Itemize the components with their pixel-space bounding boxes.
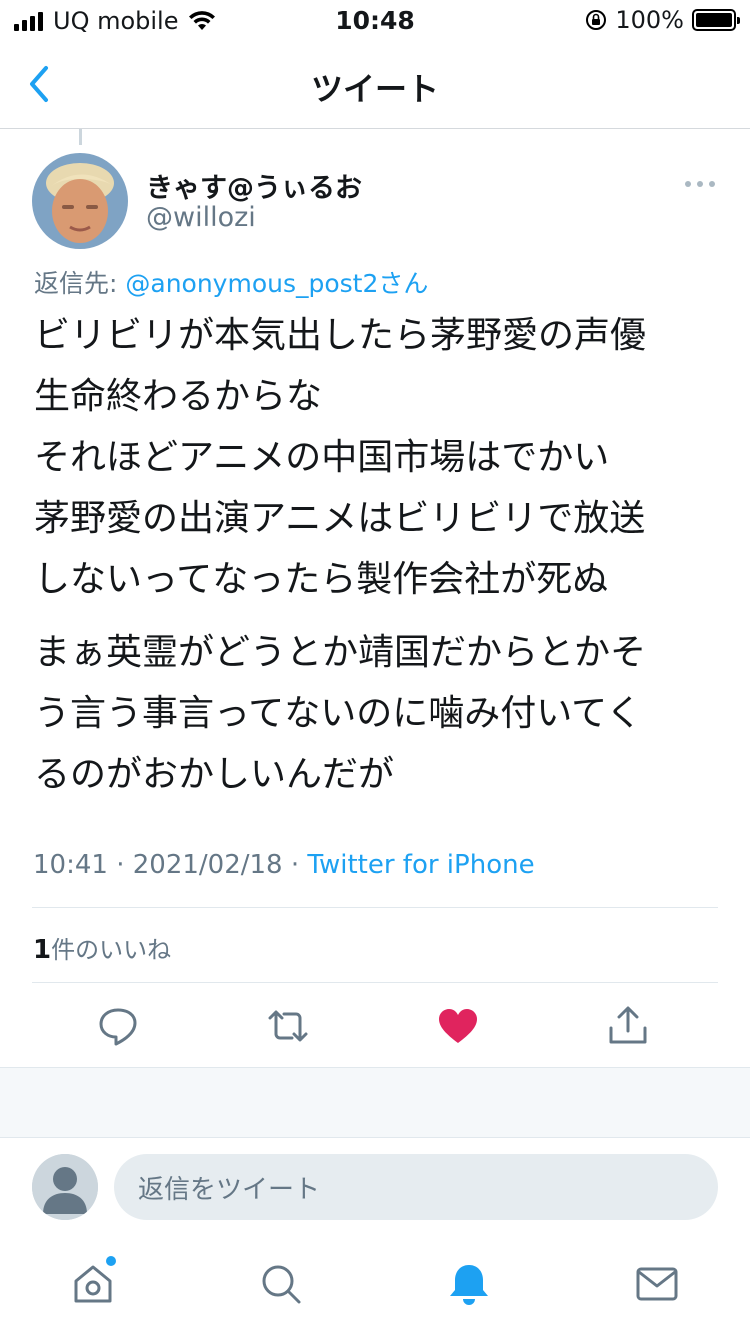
page-title: ツイート [310,70,439,108]
tweet-line: るのがおかしいんだが [34,754,395,795]
bell-icon[interactable] [446,1261,492,1307]
default-avatar-icon [32,1154,98,1220]
tweet-time: 10:41 [33,850,108,880]
like-label: 件のいいね [51,936,172,964]
share-icon[interactable] [606,1004,650,1048]
divider [32,982,718,983]
tweet-line: 茅野愛の出演アニメはビリビリで放送 [34,498,646,539]
tweet-date: 2021/02/18 [132,850,283,880]
user-handle[interactable]: @willozi [146,202,256,233]
composer-avatar [32,1154,98,1220]
meta-separator: · [282,850,308,880]
reply-to: 返信先: @anonymous_post2さん [34,264,428,300]
reply-mention-link[interactable]: @anonymous_post2 [125,269,378,298]
navigation-bar: ツイート [0,40,750,129]
avatar-image [32,153,128,249]
battery-fill [696,13,732,27]
tweet-line: しないってなったら製作会社が死ぬ [34,559,609,600]
tweet-source-link[interactable]: Twitter for iPhone [307,850,534,880]
reply-input[interactable]: 返信をツイート [114,1154,718,1220]
tweet-line: 生命終わるからな [34,376,323,417]
search-icon[interactable] [258,1261,304,1307]
meta-separator: · [107,850,133,880]
orientation-lock-icon [586,10,607,30]
tweet-line: それほどアニメの中国市場はでかい [34,437,610,478]
thread-line [79,129,82,145]
heart-icon[interactable] [436,1004,480,1048]
tweet-text: ビリビリが本気出したら茅野愛の声優 生命終わるからな それほどアニメの中国市場は… [34,305,724,805]
status-bar: UQ mobile 10:48 100% [0,0,750,40]
status-bar-right: 100% [585,6,740,34]
tweet-actions [0,1004,750,1048]
retweet-icon[interactable] [266,1004,310,1048]
new-content-badge [106,1256,116,1266]
home-icon[interactable] [70,1261,116,1307]
likes-count-link[interactable]: 1件のいいね [33,930,171,965]
like-count: 1 [33,935,52,965]
more-icon[interactable] [682,172,718,196]
reply-to-label: 返信先: [34,269,126,298]
battery-icon [692,9,740,31]
avatar[interactable] [32,153,128,249]
divider [32,907,718,908]
tweet-line: まぁ英霊がどうとか靖国だからとかそ [34,632,647,673]
tweet-line: ビリビリが本気出したら茅野愛の声優 [34,315,647,356]
tweet-meta: 10:41 · 2021/02/18 · Twitter for iPhone [33,850,535,880]
section-separator [0,1067,750,1138]
reply-icon[interactable] [96,1004,140,1048]
display-name[interactable]: きゃす@うぃるお [146,166,362,205]
battery-percent: 100% [615,6,684,34]
tweet-line: う言う事言ってないのに噛み付いてく [34,693,643,734]
reply-mention-suffix: さん [378,269,429,298]
mail-icon[interactable] [634,1261,680,1307]
